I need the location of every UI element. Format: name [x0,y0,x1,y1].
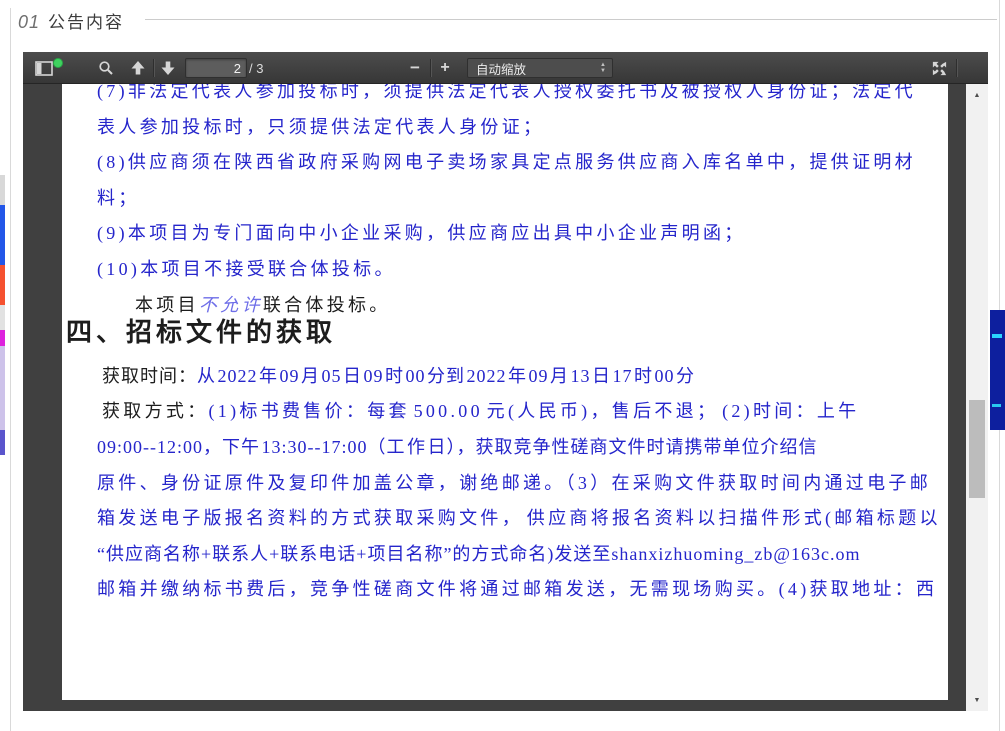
next-page-button[interactable] [156,56,180,80]
title-divider [145,19,997,20]
floating-side-widget[interactable] [990,310,1005,430]
left-edge-strip [0,175,5,205]
scrollbar-thumb[interactable] [969,400,985,498]
left-edge-strip [0,430,5,455]
page-title: 01 公告内容 [18,8,124,36]
doc-line: (9)本项目为专门面向中小企业采购，供应商应出具中小企业声明函； [97,216,948,252]
pdf-page: (7)非法定代表人参加投标时，须提供法定代表人授权委托书及被授权人身份证；法定代… [62,84,948,700]
pdf-toolbar: / 3 − + 自动缩放 ▲ ▼ [23,52,988,84]
zoom-level-select[interactable]: 自动缩放 ▲ ▼ [467,58,613,78]
section-number: 01 [18,12,40,32]
scroll-down-button[interactable]: ▼ [966,691,988,709]
doc-line: (10)本项目不接受联合体投标。 [97,252,948,288]
zoom-in-button[interactable]: + [433,56,457,80]
zoom-out-button[interactable]: − [403,56,427,80]
toolbar-separator [153,59,155,77]
doc-line: 获取方式：(1)标书费售价：每套 500.00 元(人民币)，售后不退； (2)… [102,394,948,430]
scroll-up-button[interactable]: ▲ [966,86,988,104]
arrow-up-icon [130,60,146,76]
doc-line: 原件、身份证原件及复印件加盖公章，谢绝邮递。（3）在采购文件获取时间内通过电子邮 [97,466,948,502]
panel-left-border [10,8,11,731]
left-edge-strip [0,305,5,330]
fullscreen-icon [931,60,948,77]
notification-dot-icon [53,58,63,68]
doc-line: 09:00--12:00，下午 13:30--17:00（工 作 日），获取竞争… [97,430,948,466]
zoom-level-value: 自动缩放 [476,59,526,78]
left-edge-strip [0,265,5,305]
pdf-document: (7)非法定代表人参加投标时，须提供法定代表人授权委托书及被授权人身份证；法定代… [62,84,948,608]
section-title: 公告内容 [48,13,124,32]
pdf-content-area: (7)非法定代表人参加投标时，须提供法定代表人授权委托书及被授权人身份证；法定代… [23,84,988,711]
pdf-viewer: / 3 − + 自动缩放 ▲ ▼ [23,52,988,711]
sidebar-icon [35,61,53,76]
left-edge-strip [0,330,5,346]
toolbar-separator [956,59,958,77]
page-count-label: / 3 [249,52,263,84]
search-button[interactable] [93,56,119,80]
doc-line: 邮箱并缴纳标书费后，竞争性磋商文件将通过邮箱发送，无需现场购买。(4)获取地址：… [97,572,948,608]
doc-line: (8)供应商须在陕西省政府采购网电子卖场家具定点服务供应商入库名单中，提供证明材 [97,145,948,181]
previous-page-button[interactable] [126,56,150,80]
doc-line: “供应商名称+联系人+联系电话+项目名称”的方式命名)发送至shanxizhuo… [97,537,948,573]
search-icon [98,60,114,76]
doc-line: 四、招标文件的获取 [66,315,948,351]
select-caret-icon: ▲ ▼ [600,62,606,74]
sidebar-toggle-button[interactable] [29,56,59,80]
doc-line: 获取时间：从 2022 年 09 月 05 日 09 时 00 分到 2022 … [102,359,948,395]
doc-line: 箱发送电子版报名资料的方式获取采购文件， 供应商将报名资料以扫描件形式(邮箱标题… [97,501,948,537]
toolbar-separator [430,59,432,77]
page-number-input[interactable] [185,58,247,78]
doc-line: 料； [97,181,948,217]
doc-line: (7)非法定代表人参加投标时，须提供法定代表人授权委托书及被授权人身份证；法定代 [97,84,948,110]
left-edge-strip [0,205,5,265]
doc-line: 表人参加投标时，只须提供法定代表人身份证； [97,110,948,146]
left-edge-strip [0,346,5,430]
viewer-scrollbar[interactable]: ▲ ▼ [966,84,988,711]
arrow-down-icon [160,60,176,76]
fullscreen-button[interactable] [925,56,953,80]
